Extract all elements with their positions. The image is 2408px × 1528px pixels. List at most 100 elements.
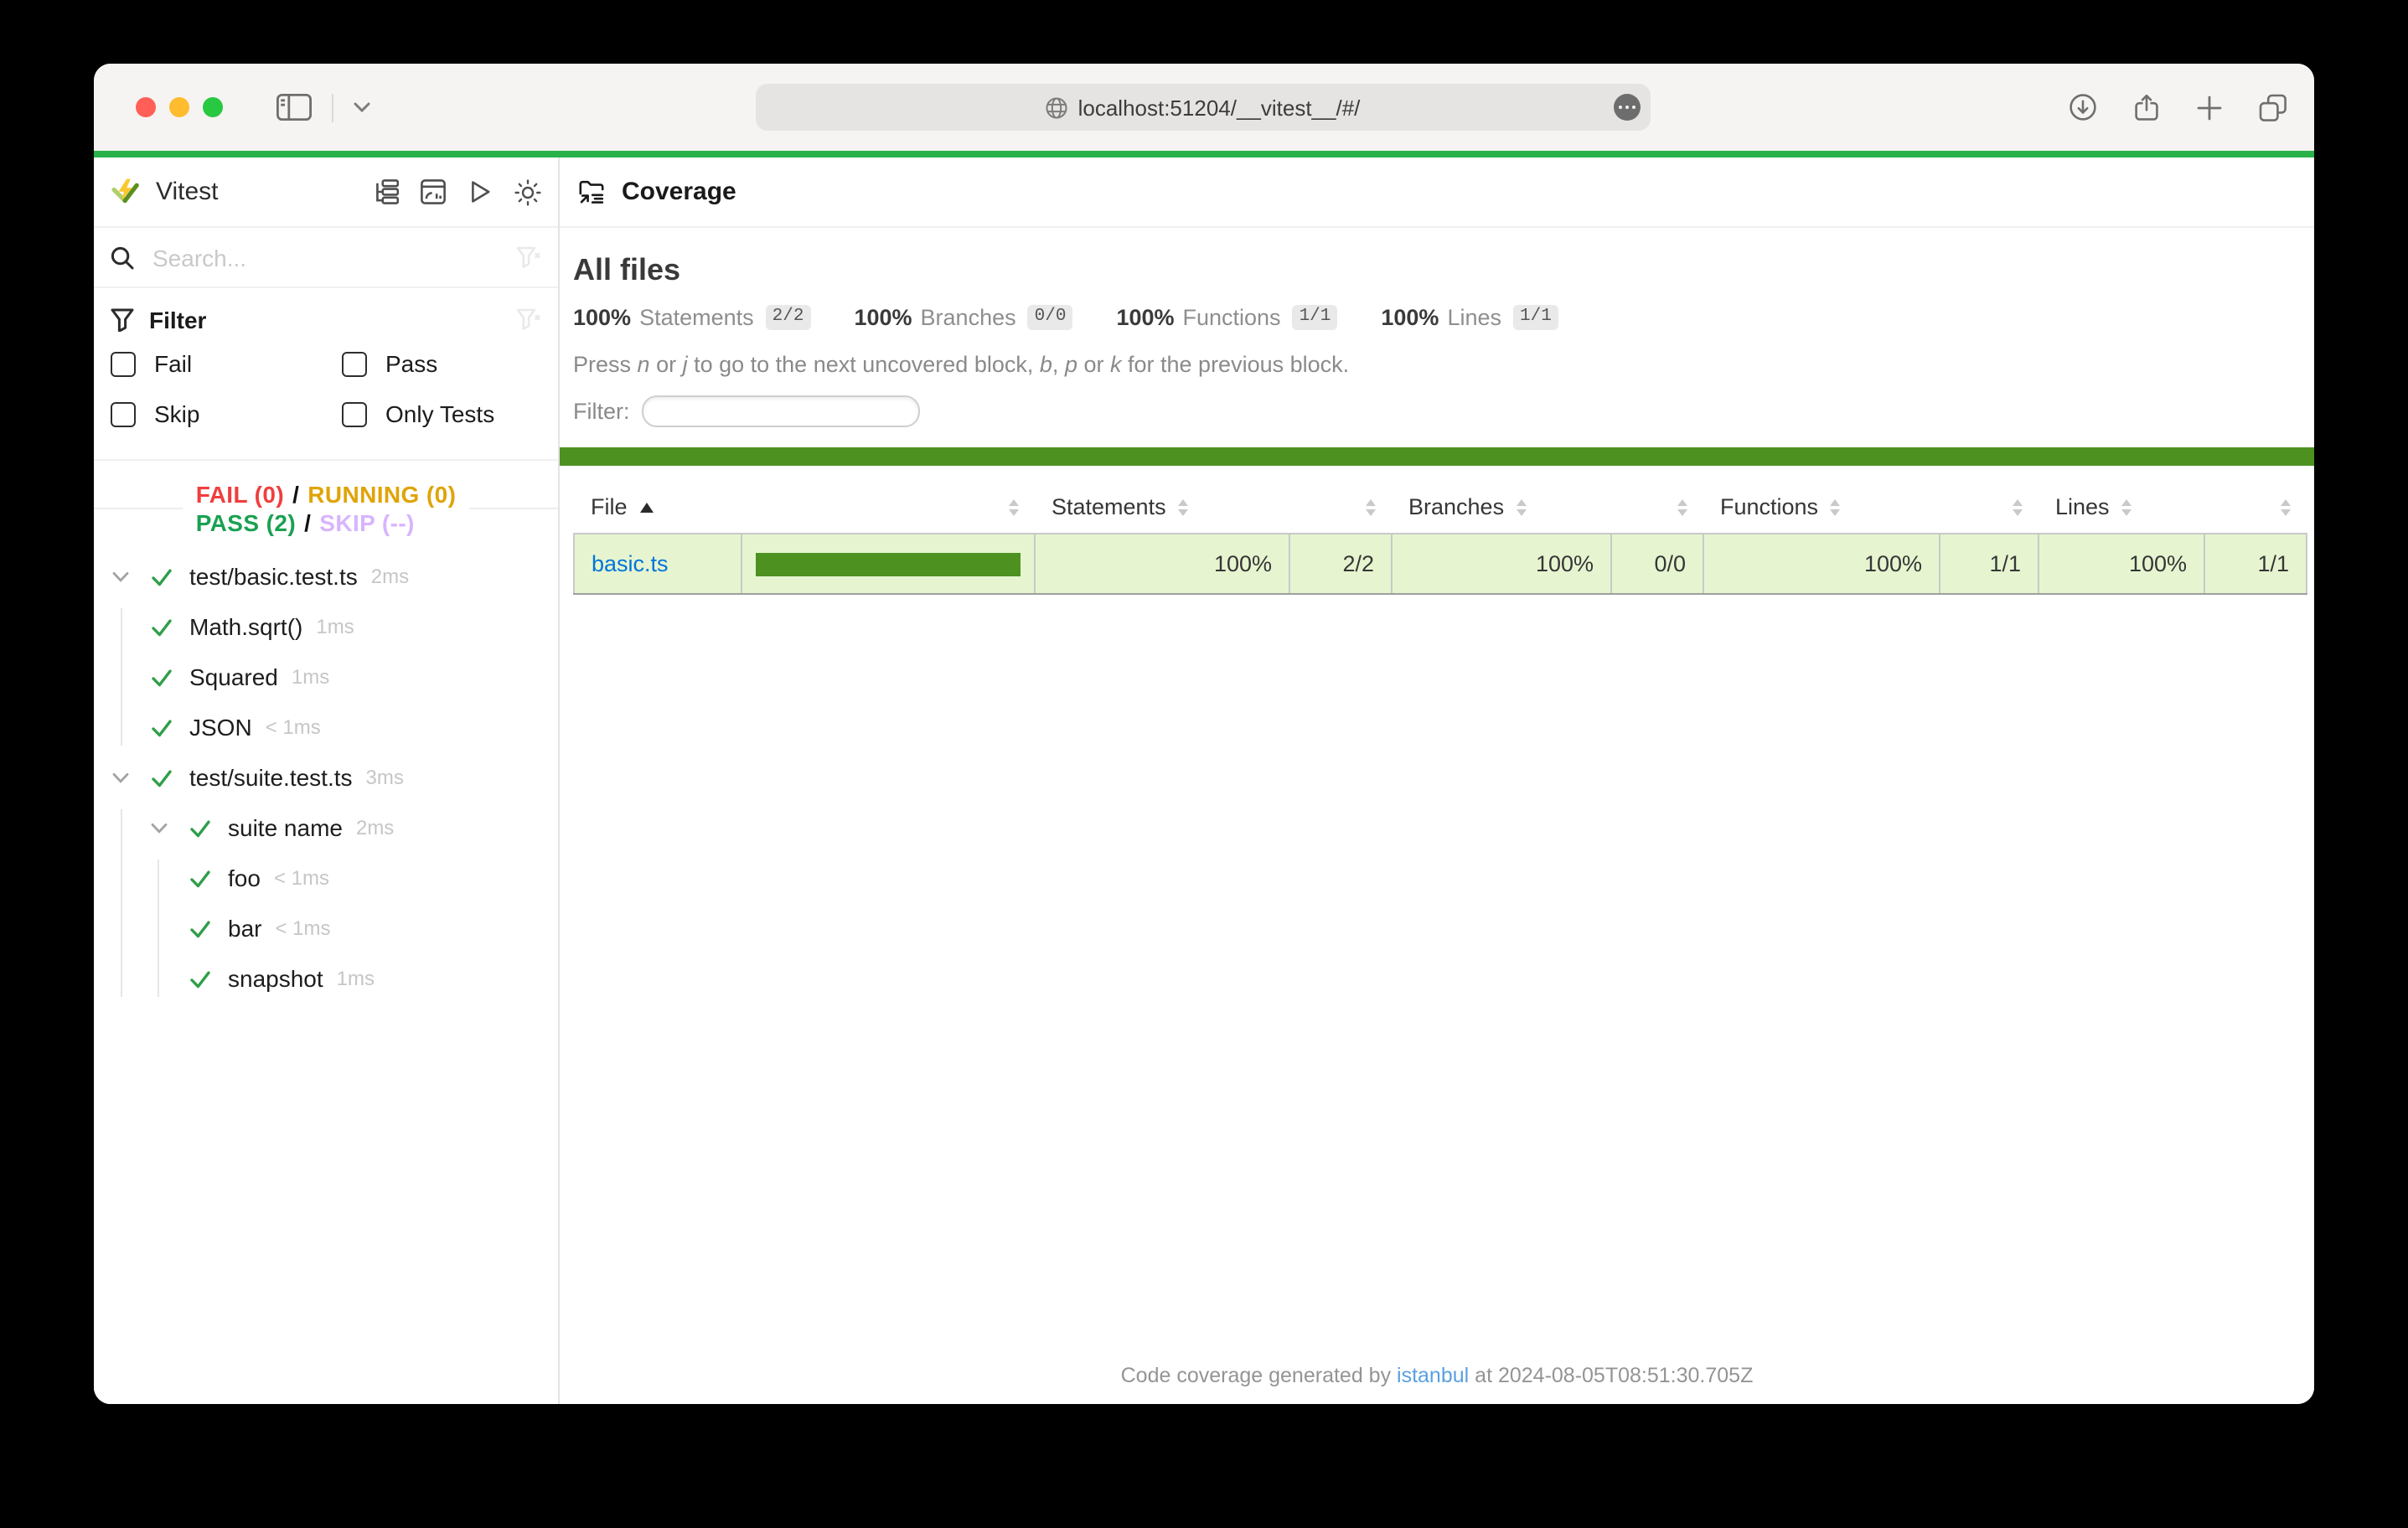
sort-icon[interactable]: [1516, 500, 1526, 517]
test-duration: 2ms: [356, 816, 394, 839]
test-tree-item[interactable]: suite name2ms: [94, 803, 558, 853]
tree-indent-guide: [120, 608, 121, 746]
sort-icon[interactable]: [1677, 500, 1687, 517]
test-name: bar: [228, 915, 261, 942]
test-tree-item[interactable]: JSON< 1ms: [94, 702, 558, 752]
checkbox-label: Only Tests: [385, 400, 494, 427]
skip-count: SKIP (--): [319, 509, 415, 536]
downloads-icon[interactable]: [2070, 94, 2096, 121]
filter-section: Filter FailPassSkipOnly Tests: [94, 288, 558, 461]
minimize-window-button[interactable]: [169, 97, 189, 117]
clear-filter-icon[interactable]: [516, 308, 541, 332]
percent-cell: 100%: [1392, 534, 1611, 594]
page-settings-button[interactable]: [1614, 94, 1641, 121]
coverage-status-line: [560, 447, 2314, 466]
test-name: JSON: [189, 714, 252, 741]
search-input[interactable]: [149, 242, 516, 272]
test-duration: < 1ms: [274, 866, 329, 890]
column-header-branches[interactable]: Branches: [1392, 481, 1611, 534]
report-heading: All files: [573, 253, 2314, 288]
file-cell: basic.ts: [574, 534, 742, 594]
test-tree-item[interactable]: test/basic.test.ts2ms: [94, 551, 558, 601]
test-pass-check-icon: [151, 716, 189, 738]
column-header-sorter[interactable]: [1940, 481, 2039, 534]
sidebar-toggle-icon[interactable]: [276, 94, 312, 121]
tree-chevron-icon[interactable]: [112, 570, 151, 582]
column-header-sorter[interactable]: [1289, 481, 1392, 534]
panel-header: Coverage: [560, 157, 2314, 228]
sort-icon[interactable]: [1008, 500, 1018, 517]
address-bar[interactable]: localhost:51204/__vitest__/#/: [756, 84, 1651, 131]
sort-icon[interactable]: [2121, 500, 2132, 517]
test-tree-item[interactable]: Math.sqrt()1ms: [94, 601, 558, 652]
test-pass-check-icon: [189, 867, 228, 889]
column-header-lines[interactable]: Lines: [2039, 481, 2204, 534]
filter-option-only-tests[interactable]: Only Tests: [342, 389, 541, 439]
istanbul-link[interactable]: istanbul: [1397, 1364, 1469, 1387]
run-summary: FAIL (0)/RUNNING (0) PASS (2)/SKIP (--): [94, 481, 558, 538]
screenshot-stage: localhost:51204/__vitest__/#/: [0, 0, 2408, 1528]
sort-icon[interactable]: [1365, 500, 1375, 517]
test-tree-item[interactable]: bar< 1ms: [94, 903, 558, 953]
status-accent-bar: [94, 151, 2314, 157]
filter-option-pass[interactable]: Pass: [342, 338, 541, 389]
test-tree-item[interactable]: snapshot 1ms: [94, 953, 558, 1004]
filter-option-fail[interactable]: Fail: [111, 338, 342, 389]
filter-icon: [111, 308, 134, 332]
coverage-stats: 100%Statements2/2100%Branches0/0100%Func…: [573, 305, 2314, 330]
coverage-bar-cell: [742, 534, 1035, 594]
test-name: test/basic.test.ts: [189, 563, 358, 590]
vitest-logo-icon: [111, 178, 141, 206]
tree-chevron-icon[interactable]: [112, 772, 151, 783]
column-header-sorter[interactable]: [742, 481, 1035, 534]
column-header-sorter[interactable]: [2204, 481, 2307, 534]
column-header-functions[interactable]: Functions: [1703, 481, 1940, 534]
running-count: RUNNING (0): [307, 481, 456, 508]
test-duration: 1ms: [316, 615, 354, 638]
sort-icon[interactable]: [1178, 500, 1188, 517]
test-tree-item[interactable]: test/suite.test.ts3ms: [94, 752, 558, 803]
globe-icon: [1046, 96, 1068, 118]
tab-overview-icon[interactable]: [2259, 93, 2287, 121]
test-tree-view-icon[interactable]: [374, 179, 399, 204]
search-bar: [94, 228, 558, 288]
new-tab-icon[interactable]: [2197, 95, 2222, 120]
column-header-statements[interactable]: Statements: [1035, 481, 1289, 534]
app-title: Vitest: [156, 178, 219, 206]
fraction-cell: 2/2: [1289, 534, 1392, 594]
tree-indent-guide: [157, 860, 158, 997]
checkbox-label: Skip: [154, 400, 199, 427]
checkbox[interactable]: [111, 401, 136, 426]
checkbox[interactable]: [342, 351, 367, 376]
sort-icon[interactable]: [1830, 500, 1840, 517]
toolbar-divider: [332, 93, 333, 121]
file-link[interactable]: basic.ts: [592, 551, 669, 576]
tree-indent-guide: [120, 809, 121, 997]
fraction-cell: 1/1: [2204, 534, 2307, 594]
tree-chevron-icon[interactable]: [151, 822, 189, 834]
checkbox[interactable]: [111, 351, 136, 376]
filter-option-skip[interactable]: Skip: [111, 389, 342, 439]
theme-toggle-icon[interactable]: [514, 178, 541, 205]
test-tree-item[interactable]: foo< 1ms: [94, 853, 558, 903]
sort-icon[interactable]: [2012, 500, 2022, 517]
run-all-icon[interactable]: [468, 179, 493, 204]
column-header-sorter[interactable]: [1611, 481, 1703, 534]
sort-icon[interactable]: [2280, 500, 2290, 517]
clear-search-filter-icon[interactable]: [516, 245, 541, 269]
share-icon[interactable]: [2133, 93, 2160, 121]
chevron-down-icon[interactable]: [354, 102, 370, 112]
coverage-stat-functions: 100%Functions1/1: [1116, 305, 1337, 330]
report-filter-input[interactable]: [642, 395, 920, 427]
test-duration: 1ms: [337, 967, 375, 990]
close-window-button[interactable]: [136, 97, 156, 117]
dashboard-view-icon[interactable]: [421, 179, 446, 204]
checkbox[interactable]: [342, 401, 367, 426]
coverage-table-row: basic.ts100%2/2100%0/0100%1/1100%1/1: [574, 534, 2307, 594]
checkbox-label: Pass: [385, 350, 437, 377]
zoom-window-button[interactable]: [203, 97, 223, 117]
column-header-file[interactable]: File: [574, 481, 742, 534]
test-name: snapshot: [228, 965, 323, 992]
test-tree-item[interactable]: Squared1ms: [94, 652, 558, 702]
search-icon: [111, 245, 134, 269]
